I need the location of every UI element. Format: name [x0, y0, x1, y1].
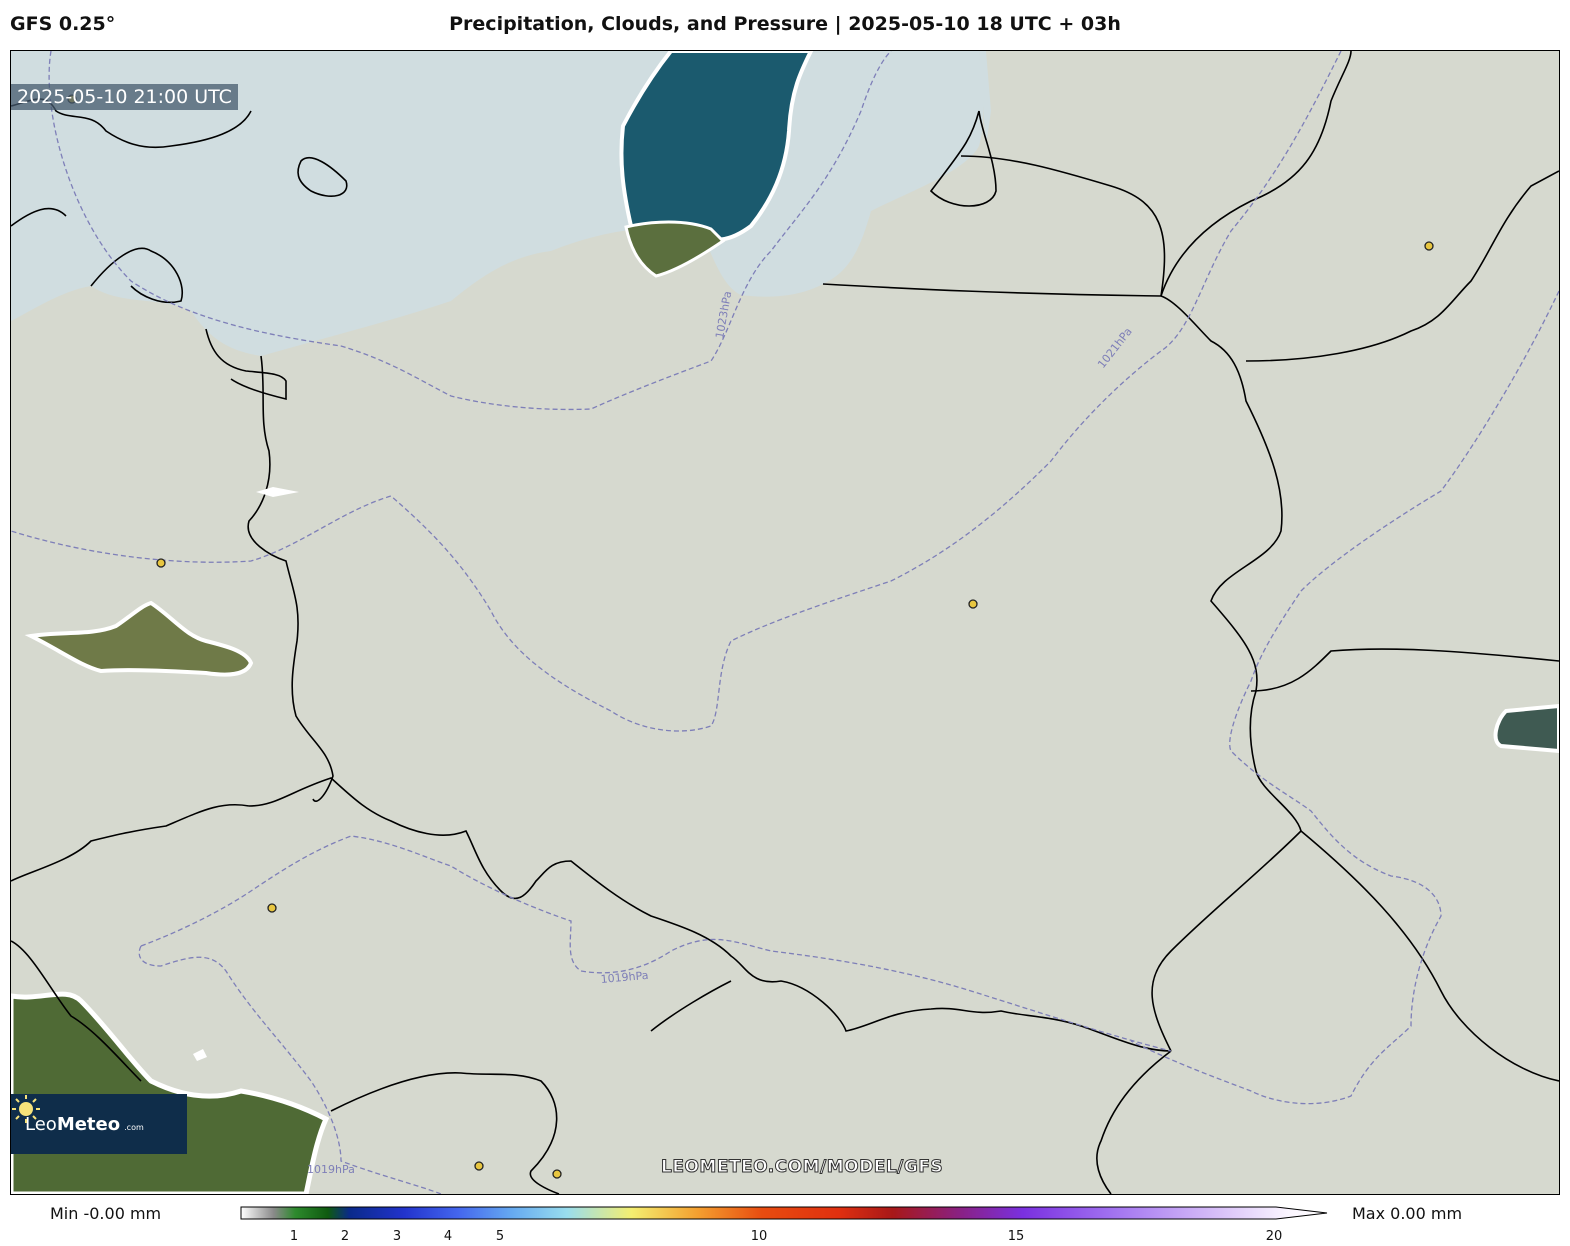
- colorbar-tick: 5: [495, 1229, 505, 1244]
- weather-map[interactable]: 1023hPa 1021hPa 1019hPa 1019hPa 2025-05-…: [10, 50, 1560, 1195]
- colorbar-tick: 3: [392, 1229, 402, 1244]
- colorbar-min-label: Min -0.00 mm: [50, 1204, 162, 1223]
- colorbar-gradient: [240, 1206, 1328, 1220]
- colorbar-tick: 10: [750, 1229, 768, 1244]
- chart-title: Precipitation, Clouds, and Pressure | 20…: [449, 13, 1121, 35]
- colorbar-tick: 2: [340, 1229, 350, 1244]
- valid-time-badge: 2025-05-10 21:00 UTC: [11, 84, 238, 110]
- city-marker: [474, 1161, 484, 1171]
- colorbar-tick: 20: [1265, 1229, 1283, 1244]
- watermark-url: LEOMETEO.COM/MODEL/GFS: [660, 1157, 944, 1178]
- city-marker: [156, 558, 166, 568]
- colorbar-tick: 4: [443, 1229, 453, 1244]
- map-canvas: 1023hPa 1021hPa 1019hPa 1019hPa: [11, 51, 1559, 1194]
- leometeo-logo: LeoMeteo .com: [11, 1094, 187, 1154]
- sun-icon: [12, 1095, 40, 1123]
- city-marker: [552, 1169, 562, 1179]
- city-marker: [968, 599, 978, 609]
- colorbar-max-label: Max 0.00 mm: [1352, 1204, 1463, 1223]
- city-marker: [1424, 241, 1434, 251]
- colorbar-tick: 1: [289, 1229, 299, 1244]
- city-marker: [267, 903, 277, 913]
- logo-domain: .com: [124, 1122, 144, 1132]
- isobar-label: 1019hPa: [307, 1163, 355, 1176]
- colorbar: Min -0.00 mm 1 2 3 4 5 10 15 20 Max 0.00…: [0, 1196, 1570, 1246]
- cloud-patch-east: [1493, 703, 1559, 754]
- colorbar-tick: 15: [1007, 1229, 1025, 1244]
